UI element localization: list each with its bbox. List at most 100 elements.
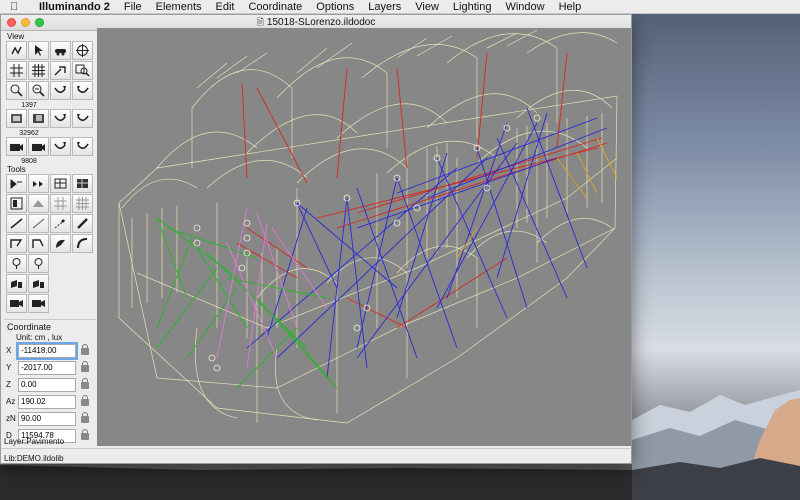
pan-hand-icon[interactable] — [6, 41, 27, 60]
point-light-alt-icon[interactable] — [28, 254, 49, 273]
select-arrow-icon[interactable] — [28, 41, 49, 60]
lock-icon[interactable] — [81, 411, 89, 423]
lock-icon[interactable] — [81, 360, 89, 372]
coord-label-y: Y — [6, 363, 12, 372]
menu-elements[interactable]: Elements — [149, 0, 209, 14]
rotate-y-reverse-icon[interactable] — [72, 109, 93, 128]
object-tool-icon[interactable] — [6, 274, 27, 293]
rotate-x-reverse-icon[interactable] — [72, 81, 93, 100]
apple-menu-icon[interactable]:  — [10, 1, 24, 13]
surface-grid-icon[interactable] — [72, 174, 93, 193]
minimize-button[interactable] — [21, 18, 30, 27]
view-plan-icon[interactable]: 32962 — [6, 109, 39, 137]
menu-bar:  Illuminando 2 File Elements Edit Coord… — [0, 0, 800, 14]
fine-grid-icon[interactable] — [28, 61, 49, 80]
lock-icon[interactable] — [81, 394, 89, 406]
rotate-y-icon[interactable] — [50, 109, 71, 128]
menu-layers[interactable]: Layers — [361, 0, 408, 14]
view-tools-grid: 1397 32962 9808 — [4, 41, 96, 165]
azimuth-field[interactable] — [18, 394, 76, 409]
pen-tool-icon[interactable] — [72, 214, 93, 233]
menu-window[interactable]: Window — [498, 0, 551, 14]
wall-tool-icon[interactable] — [6, 194, 27, 213]
menu-coordinate[interactable]: Coordinate — [241, 0, 309, 14]
car-walk-icon[interactable] — [50, 41, 71, 60]
window-title: 15018-SLorenzo.ildodoc — [266, 17, 376, 28]
curve-tool-icon[interactable] — [72, 234, 93, 253]
status-divider — [1, 448, 631, 449]
lock-icon[interactable] — [81, 428, 89, 440]
tools-section-label: Tools — [7, 165, 26, 174]
room-tool-icon[interactable] — [50, 174, 71, 193]
calc-grid-fine-icon[interactable] — [72, 194, 93, 213]
window-tool-icon[interactable] — [28, 194, 49, 213]
polyline-tool-icon[interactable] — [6, 234, 27, 253]
arc-tool-icon[interactable] — [50, 234, 71, 253]
luminaire-array-icon[interactable] — [28, 174, 49, 193]
zoom-in-icon[interactable]: 1397 — [6, 81, 37, 109]
layer-status: Layer:Pavimento — [4, 437, 65, 446]
lock-icon[interactable] — [81, 377, 89, 389]
rotate-z-reverse-icon[interactable] — [72, 137, 93, 156]
dimension-tool-icon[interactable] — [50, 214, 71, 233]
coord-row-z: Z — [4, 376, 96, 393]
luminaire-tool-icon[interactable] — [6, 174, 27, 193]
document-window: 🗎 15018-SLorenzo.ildodoc View 1397 32962… — [0, 14, 632, 464]
drawing-canvas[interactable] — [97, 28, 631, 446]
camera-alt-icon[interactable] — [28, 137, 49, 156]
window-controls — [7, 18, 44, 27]
zoom-out-icon[interactable] — [28, 81, 49, 100]
unit-label: Unit: cm , lux — [16, 333, 63, 342]
menu-help[interactable]: Help — [552, 0, 589, 14]
polyline-alt-tool-icon[interactable] — [28, 234, 49, 253]
point-light-icon[interactable] — [6, 254, 27, 273]
rotate-x-icon[interactable] — [50, 81, 71, 100]
close-button[interactable] — [7, 18, 16, 27]
coord-row-az: Az — [4, 393, 96, 410]
coord-label-zn: zN — [6, 414, 16, 423]
menu-lighting[interactable]: Lighting — [446, 0, 499, 14]
library-status: Lib:DEMO.ildolib — [4, 454, 64, 463]
tool-palette: View 1397 32962 9808 Tools Coordinate Un… — [4, 32, 96, 443]
coordinate-panel: Coordinate Unit: cm , lux X Y Z Az — [4, 319, 96, 444]
wireframe-model-view — [118, 29, 618, 424]
coord-row-y: Y — [4, 359, 96, 376]
object-alt-tool-icon[interactable] — [28, 274, 49, 293]
coord-row-x: X — [4, 341, 96, 360]
target-icon[interactable] — [72, 41, 93, 60]
count-label-1: 1397 — [21, 102, 37, 109]
video-camera-icon[interactable] — [6, 294, 27, 313]
video-camera-alt-icon[interactable] — [28, 294, 49, 313]
menu-view[interactable]: View — [408, 0, 446, 14]
drawing-tools-grid — [4, 174, 96, 313]
grid-icon[interactable] — [6, 61, 27, 80]
menu-app-name[interactable]: Illuminando 2 — [32, 0, 117, 14]
coord-row-zn: zN — [4, 410, 96, 427]
view-section-label: View — [7, 32, 25, 41]
coord-label-az: Az — [6, 397, 16, 406]
empty-slot — [50, 254, 71, 273]
menu-file[interactable]: File — [117, 0, 149, 14]
menu-edit[interactable]: Edit — [209, 0, 242, 14]
menu-options[interactable]: Options — [309, 0, 361, 14]
zenith-field[interactable] — [18, 411, 76, 426]
coord-label-x: X — [6, 346, 12, 355]
count-label-3: 9808 — [21, 158, 37, 165]
calc-grid-icon[interactable] — [50, 194, 71, 213]
zoom-button[interactable] — [35, 18, 44, 27]
view-section-icon[interactable] — [28, 109, 49, 128]
coordinate-title: Coordinate — [7, 322, 52, 332]
empty-slot — [72, 254, 93, 273]
y-field[interactable] — [18, 360, 76, 375]
camera-icon[interactable]: 9808 — [6, 137, 37, 165]
zoom-window-icon[interactable] — [72, 61, 93, 80]
lock-icon[interactable] — [81, 343, 89, 355]
line-tool-icon[interactable] — [6, 214, 27, 233]
snap-icon[interactable] — [50, 61, 71, 80]
x-field[interactable] — [16, 341, 78, 360]
z-field[interactable] — [18, 377, 76, 392]
rotate-z-icon[interactable] — [50, 137, 71, 156]
coord-label-z: Z — [6, 380, 11, 389]
empty-slot — [50, 274, 71, 293]
line-thin-tool-icon[interactable] — [28, 214, 49, 233]
